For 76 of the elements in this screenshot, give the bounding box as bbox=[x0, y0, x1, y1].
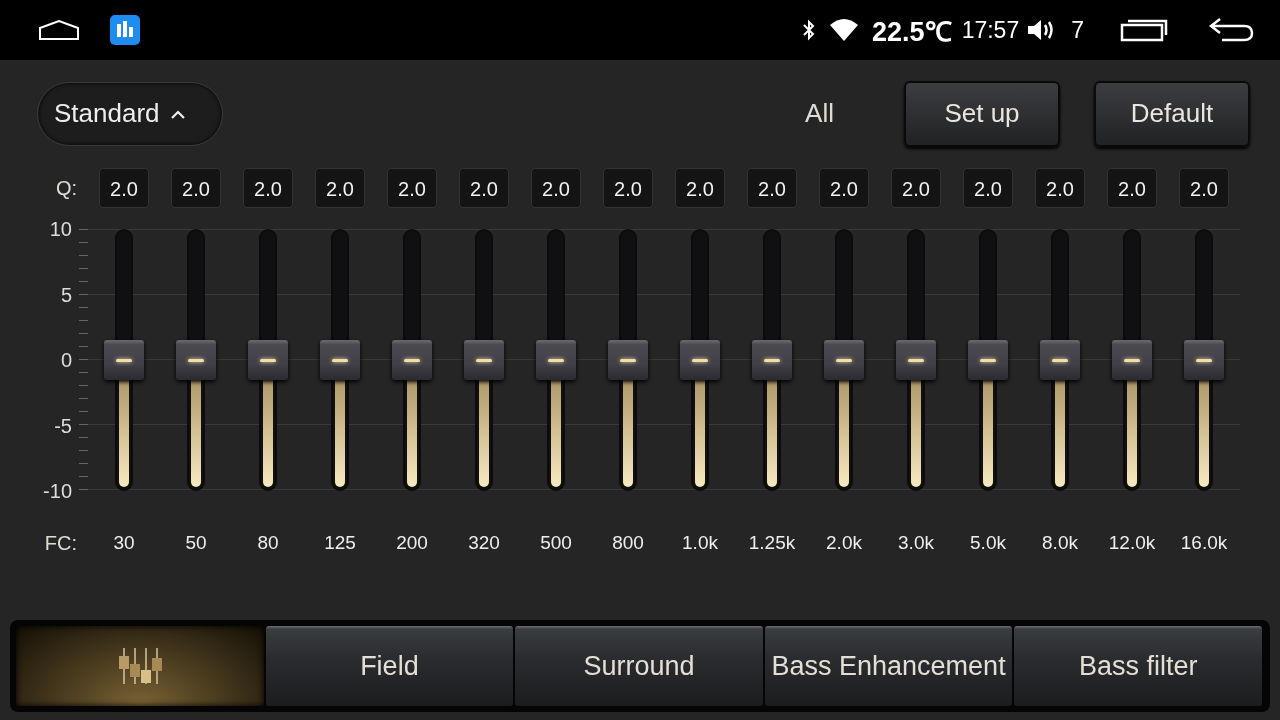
slider-thumb[interactable] bbox=[896, 340, 936, 380]
frequency-label: 5.0k bbox=[970, 532, 1006, 554]
wifi-icon bbox=[830, 19, 859, 41]
scale-label: 5 bbox=[60, 282, 72, 307]
home-icon[interactable] bbox=[38, 20, 80, 40]
q-value-field[interactable]: 2.0 bbox=[387, 168, 437, 208]
recent-apps-icon[interactable] bbox=[1120, 18, 1168, 42]
q-value-field[interactable]: 2.0 bbox=[315, 168, 365, 208]
q-value-field[interactable]: 2.0 bbox=[1035, 168, 1085, 208]
slider-thumb[interactable] bbox=[1184, 340, 1224, 380]
bluetooth-icon bbox=[802, 19, 817, 41]
slider-thumb[interactable] bbox=[536, 340, 576, 380]
slider-thumb[interactable] bbox=[824, 340, 864, 380]
slider-thumb[interactable] bbox=[752, 340, 792, 380]
toolbar-button[interactable]: Set up bbox=[904, 80, 1060, 147]
q-value-field[interactable]: 2.0 bbox=[459, 168, 509, 208]
frequency-label: 320 bbox=[468, 532, 500, 554]
slider-thumb[interactable] bbox=[104, 340, 144, 380]
slider-thumb[interactable] bbox=[608, 340, 648, 380]
frequency-label: 125 bbox=[324, 532, 356, 554]
frequency-label: 12.0k bbox=[1108, 532, 1156, 554]
slider-thumb[interactable] bbox=[1112, 340, 1152, 380]
frequency-label: 800 bbox=[612, 532, 644, 554]
scale-label: 10 bbox=[49, 217, 72, 241]
frequency-label: 16.0k bbox=[1180, 532, 1228, 554]
caret-icon bbox=[169, 108, 186, 119]
volume-level: 7 bbox=[1071, 16, 1084, 44]
slider-thumb[interactable] bbox=[968, 340, 1008, 380]
q-value-field[interactable]: 2.0 bbox=[675, 168, 725, 208]
frequency-label: 200 bbox=[396, 532, 428, 554]
tab[interactable] bbox=[16, 626, 264, 706]
temperature: 22.5℃ bbox=[872, 15, 952, 49]
frequency-label: 30 bbox=[113, 532, 135, 554]
q-value-field[interactable]: 2.0 bbox=[1107, 168, 1157, 208]
frequency-label: 1.25k bbox=[748, 532, 796, 554]
fc-label: FC: bbox=[43, 531, 78, 555]
equalizer-app-icon[interactable] bbox=[110, 15, 140, 45]
speaker-icon[interactable] bbox=[1027, 18, 1056, 42]
tab[interactable]: Bass filter bbox=[1014, 626, 1262, 706]
slider-thumb[interactable] bbox=[176, 340, 216, 380]
q-value-field[interactable]: 2.0 bbox=[1179, 168, 1229, 208]
scale-label: 0 bbox=[60, 348, 72, 372]
q-value-field[interactable]: 2.0 bbox=[891, 168, 941, 208]
frequency-label: 1.0k bbox=[682, 532, 718, 554]
clock: 17:57 bbox=[961, 16, 1020, 44]
slider-thumb[interactable] bbox=[1040, 340, 1080, 380]
tab[interactable]: Bass Enhancement bbox=[764, 626, 1013, 706]
preset-dropdown[interactable]: Standard bbox=[37, 81, 223, 146]
tab[interactable]: Surround bbox=[515, 626, 763, 706]
scope-label: All bbox=[805, 98, 834, 129]
q-value-field[interactable]: 2.0 bbox=[99, 168, 149, 208]
tab[interactable]: Field bbox=[265, 626, 514, 706]
slider-thumb[interactable] bbox=[464, 340, 504, 380]
frequency-label: 50 bbox=[185, 532, 207, 554]
frequency-label: 2.0k bbox=[826, 532, 862, 554]
scale-label: -10 bbox=[43, 479, 72, 503]
slider-thumb[interactable] bbox=[392, 340, 432, 380]
q-label: Q: bbox=[54, 176, 78, 200]
q-value-field[interactable]: 2.0 bbox=[603, 168, 653, 208]
frequency-label: 80 bbox=[257, 532, 279, 554]
frequency-label: 8.0k bbox=[1042, 532, 1078, 554]
slider-thumb[interactable] bbox=[248, 340, 288, 380]
toolbar-button[interactable]: Default bbox=[1094, 80, 1250, 147]
q-value-field[interactable]: 2.0 bbox=[531, 168, 581, 208]
slider-thumb[interactable] bbox=[320, 340, 360, 380]
scale-label: -5 bbox=[54, 413, 72, 438]
back-icon[interactable] bbox=[1208, 17, 1254, 43]
q-value-field[interactable]: 2.0 bbox=[819, 168, 869, 208]
q-value-field[interactable]: 2.0 bbox=[963, 168, 1013, 208]
q-value-field[interactable]: 2.0 bbox=[171, 168, 221, 208]
q-value-field[interactable]: 2.0 bbox=[747, 168, 797, 208]
q-value-field[interactable]: 2.0 bbox=[243, 168, 293, 208]
frequency-label: 500 bbox=[540, 532, 572, 554]
slider-thumb[interactable] bbox=[680, 340, 720, 380]
equalizer-icon bbox=[117, 646, 162, 686]
frequency-label: 3.0k bbox=[898, 532, 934, 554]
